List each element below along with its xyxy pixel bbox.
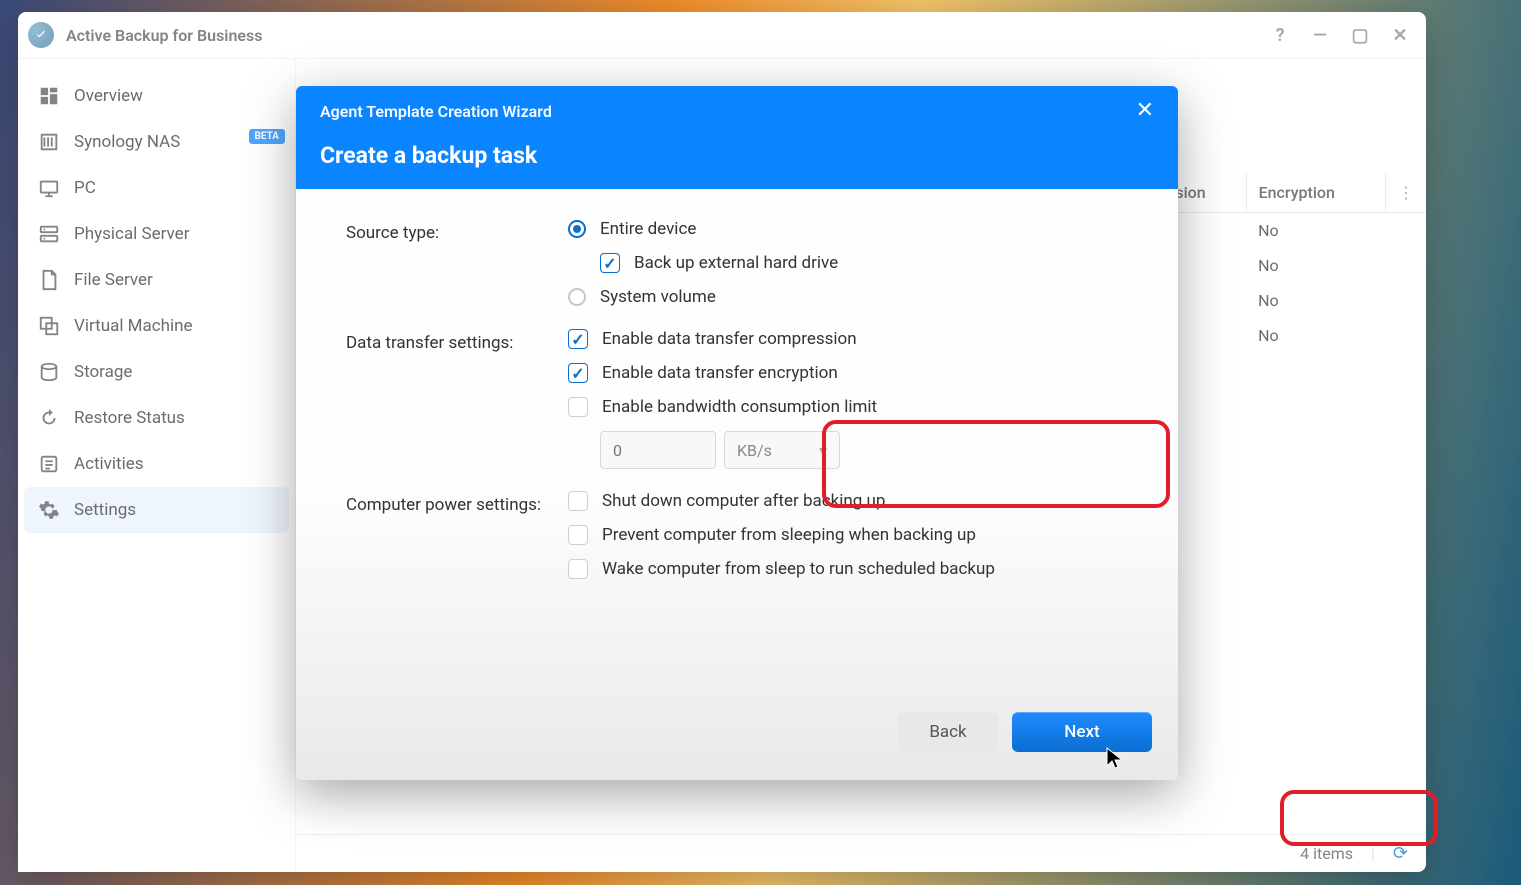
checkbox-label: Prevent computer from sleeping when back… [602,525,976,545]
checkbox-backup-external[interactable]: ✓ Back up external hard drive [600,253,1138,273]
checkbox-label: Enable data transfer compression [602,329,857,349]
wizard-title: Agent Template Creation Wizard [320,102,552,121]
radio-system-volume[interactable]: System volume [568,287,1138,307]
checkbox-icon[interactable]: ✓ [568,525,588,545]
modal-footer: Back Next [296,712,1178,780]
sidebar-item-restore-status[interactable]: Restore Status [24,395,289,441]
label-data-transfer: Data transfer settings: [346,329,568,353]
radio-icon[interactable] [568,220,586,238]
label-source-type: Source type: [346,219,568,243]
checkbox-icon[interactable]: ✓ [568,491,588,511]
checkbox-prevent-sleep[interactable]: ✓ Prevent computer from sleeping when ba… [568,525,1138,545]
checkbox-icon[interactable]: ✓ [568,559,588,579]
next-button[interactable]: Next [1012,712,1152,752]
radio-label: Entire device [600,219,696,239]
sidebar-item-label: Restore Status [74,408,185,428]
sidebar-item-label: PC [74,178,96,198]
sidebar-item-virtual-machine[interactable]: Virtual Machine [24,303,289,349]
sidebar-item-storage[interactable]: Storage [24,349,289,395]
title-bar: Active Backup for Business ? — ▢ ✕ [18,12,1426,59]
modal-body: Source type: Entire device ✓ Back up ext… [296,189,1178,712]
sidebar-item-settings[interactable]: Settings [24,487,289,533]
modal-heading: Create a backup task [320,142,1154,169]
pc-icon [38,177,60,199]
activities-icon [38,453,60,475]
sidebar-item-label: Storage [74,362,132,382]
dashboard-icon [38,85,60,107]
label-power-settings: Computer power settings: [346,491,568,515]
sidebar-item-activities[interactable]: Activities [24,441,289,487]
app-icon [28,22,54,48]
sidebar-item-label: Virtual Machine [74,316,193,336]
sidebar-item-file-server[interactable]: File Server [24,257,289,303]
checkbox-icon[interactable]: ✓ [568,329,588,349]
checkbox-icon[interactable]: ✓ [600,253,620,273]
checkbox-wake-from-sleep[interactable]: ✓ Wake computer from sleep to run schedu… [568,559,1138,579]
window-close-button[interactable]: ✕ [1390,25,1410,45]
radio-entire-device[interactable]: Entire device [568,219,1138,239]
modal-close-icon[interactable]: ✕ [1136,100,1154,122]
checkbox-label: Shut down computer after backing up [602,491,885,511]
app-window: Active Backup for Business ? — ▢ ✕ Overv… [18,12,1426,872]
checkbox-icon[interactable]: ✓ [568,397,588,417]
checkbox-label: Enable bandwidth consumption limit [602,397,877,417]
select-value: KB/s [737,441,772,460]
sidebar-item-label: File Server [74,270,153,290]
sidebar-item-label: Activities [74,454,144,474]
maximize-button[interactable]: ▢ [1350,25,1370,45]
chevron-down-icon: ▾ [819,441,827,460]
sidebar-item-label: Physical Server [74,224,189,244]
gear-icon [38,499,60,521]
item-count: 4 items [1300,844,1353,863]
sidebar-item-pc[interactable]: PC [24,165,289,211]
checkbox-label: Enable data transfer encryption [602,363,838,383]
server-icon [38,223,60,245]
radio-label: System volume [600,287,716,307]
minimize-button[interactable]: — [1310,25,1330,45]
wizard-modal: Agent Template Creation Wizard ✕ Create … [296,86,1178,780]
radio-icon[interactable] [568,288,586,306]
col-encryption[interactable]: Encryption [1246,173,1385,213]
sidebar-item-physical-server[interactable]: Physical Server [24,211,289,257]
sidebar-item-label: Overview [74,86,143,106]
nas-icon [38,131,60,153]
beta-badge: BETA [249,129,286,144]
storage-icon [38,361,60,383]
app-title: Active Backup for Business [66,26,262,45]
checkbox-icon[interactable]: ✓ [568,363,588,383]
restore-icon [38,407,60,429]
checkbox-label: Back up external hard drive [634,253,838,273]
sidebar: Overview Synology NAS BETA PC Physical S… [18,59,296,872]
bandwidth-value-input [600,431,716,469]
checkbox-label: Wake computer from sleep to run schedule… [602,559,995,579]
col-options-icon[interactable]: ⋮ [1385,173,1426,213]
status-bar: 4 items | ⟳ [296,834,1426,872]
back-button[interactable]: Back [898,712,998,752]
vm-icon [38,315,60,337]
sidebar-item-overview[interactable]: Overview [24,73,289,119]
bandwidth-unit-select: KB/s ▾ [724,431,840,469]
checkbox-compression[interactable]: ✓ Enable data transfer compression [568,329,1138,349]
sidebar-item-synology-nas[interactable]: Synology NAS BETA [24,119,289,165]
refresh-icon[interactable]: ⟳ [1393,843,1408,864]
sidebar-item-label: Settings [74,500,136,520]
help-button[interactable]: ? [1270,25,1290,45]
checkbox-bandwidth-limit[interactable]: ✓ Enable bandwidth consumption limit [568,397,1138,417]
modal-header: Agent Template Creation Wizard ✕ Create … [296,86,1178,189]
file-server-icon [38,269,60,291]
checkbox-shutdown-after[interactable]: ✓ Shut down computer after backing up [568,491,1138,511]
checkbox-encryption[interactable]: ✓ Enable data transfer encryption [568,363,1138,383]
sidebar-item-label: Synology NAS [74,132,180,152]
